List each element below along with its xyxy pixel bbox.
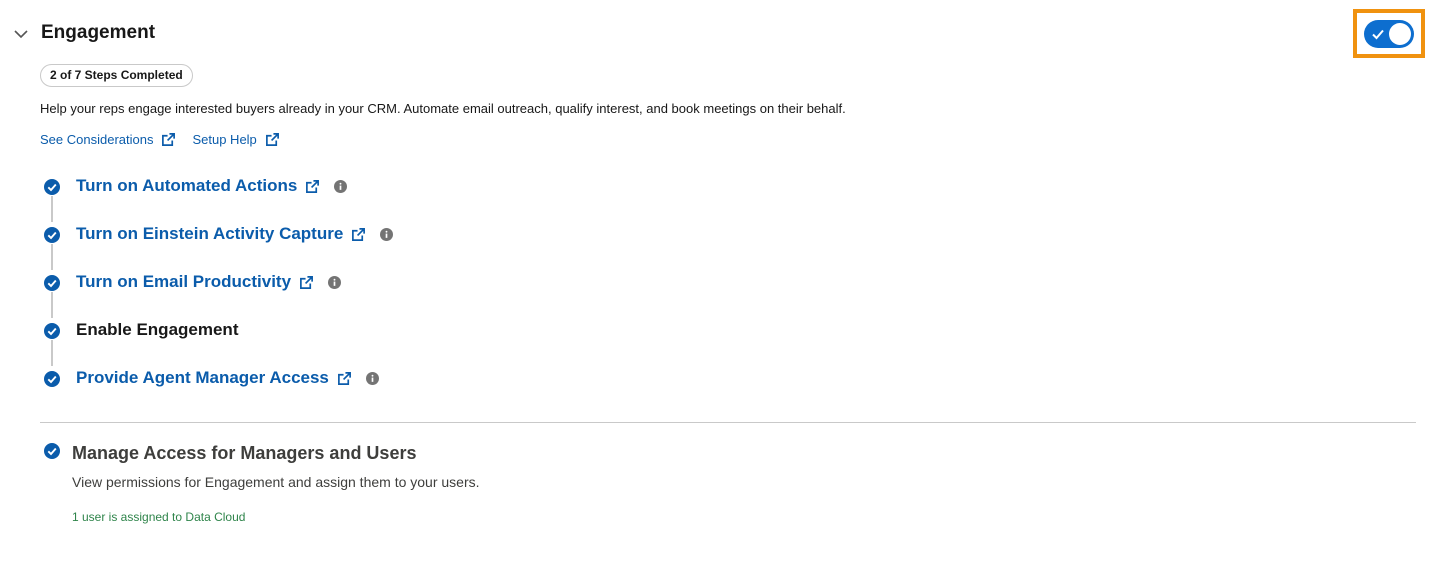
section-header: Engagement: [0, 0, 1431, 66]
step-text: Enable Engagement: [76, 320, 238, 340]
check-circle-icon: [44, 227, 60, 243]
toggle-knob: [1389, 22, 1411, 45]
check-circle-icon: [44, 179, 60, 195]
info-icon[interactable]: [365, 371, 379, 385]
step-label: Turn on Einstein Activity Capture: [76, 224, 344, 243]
setup-help-link[interactable]: Setup Help: [192, 132, 279, 147]
section-description: Help your reps engage interested buyers …: [40, 101, 846, 116]
info-icon[interactable]: [328, 275, 342, 289]
assignment-status: 1 user is assigned to Data Cloud: [72, 510, 246, 524]
step-link[interactable]: Provide Agent Manager Access: [76, 368, 379, 388]
manage-access-description: View permissions for Engagement and assi…: [72, 474, 480, 490]
step-label: Turn on Email Productivity: [76, 272, 292, 291]
toggle-highlight: [1353, 9, 1425, 58]
manage-access-title: Manage Access for Managers and Users: [72, 443, 417, 463]
step-link[interactable]: Turn on Automated Actions: [76, 176, 348, 196]
step-connector: [51, 292, 53, 318]
external-link-icon: [337, 371, 351, 385]
check-circle-icon: [44, 275, 60, 291]
info-icon[interactable]: [380, 227, 394, 241]
section-divider: [40, 422, 1416, 423]
info-icon[interactable]: [334, 179, 348, 193]
external-link-icon: [162, 133, 176, 146]
chevron-down-icon[interactable]: [12, 25, 30, 43]
section-title: Engagement: [41, 22, 156, 43]
external-link-icon: [306, 179, 320, 193]
step-link[interactable]: Turn on Einstein Activity Capture: [76, 224, 394, 244]
engagement-toggle[interactable]: [1364, 19, 1414, 48]
check-circle-icon: [44, 443, 60, 459]
progress-badge: 2 of 7 Steps Completed: [40, 64, 193, 87]
step-label: Enable Engagement: [76, 320, 239, 339]
step-connector: [51, 340, 53, 366]
help-links: See Considerations Setup Help: [40, 132, 280, 147]
step-connector: [51, 244, 53, 270]
check-circle-icon: [44, 371, 60, 387]
see-considerations-link[interactable]: See Considerations: [40, 132, 176, 147]
external-link-icon: [265, 133, 279, 146]
external-link-icon: [300, 275, 314, 289]
check-circle-icon: [44, 323, 60, 339]
checkmark-icon: [1372, 29, 1384, 39]
step-label: Provide Agent Manager Access: [76, 368, 329, 387]
step-connector: [51, 196, 53, 222]
step-label: Turn on Automated Actions: [76, 176, 298, 195]
see-considerations-label: See Considerations: [40, 132, 154, 147]
setup-help-label: Setup Help: [192, 132, 257, 147]
step-link[interactable]: Turn on Email Productivity: [76, 272, 342, 292]
external-link-icon: [352, 227, 366, 241]
